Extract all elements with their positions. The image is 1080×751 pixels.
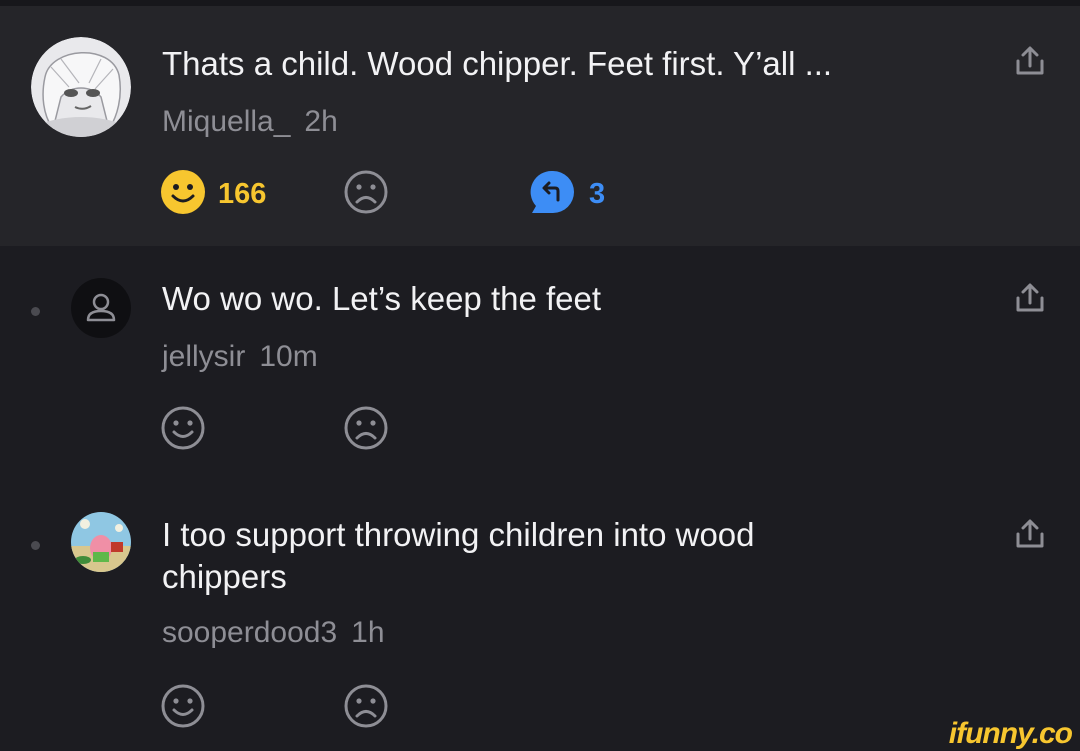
reply-count: 3 — [589, 177, 606, 210]
avatar[interactable] — [71, 278, 131, 338]
timestamp: 1h — [351, 616, 385, 649]
comment-item: Wo wo wo. Let’s keep the feet jellysir 10… — [0, 246, 1080, 482]
thread-dot — [31, 307, 40, 316]
frown-button[interactable] — [343, 170, 389, 218]
user-icon — [71, 293, 131, 338]
comment-item: Thats a child. Wood chipper. Feet first.… — [0, 6, 1080, 246]
username[interactable]: Miquella_ — [162, 105, 290, 138]
frown-icon — [343, 683, 389, 734]
share-icon[interactable] — [1012, 44, 1048, 80]
frown-icon — [343, 169, 389, 220]
share-icon[interactable] — [1012, 517, 1048, 553]
comment-text: Wo wo wo. Let’s keep the feet — [162, 280, 602, 317]
comment-meta: sooperdood3 1h — [162, 616, 385, 650]
comment-text: Thats a child. Wood chipper. Feet first.… — [162, 45, 833, 82]
smile-icon — [160, 405, 206, 456]
timestamp: 10m — [259, 340, 318, 373]
comment-meta: jellysir 10m — [162, 340, 318, 374]
frown-icon — [343, 405, 389, 456]
comment-item: I too support throwing children into woo… — [0, 482, 1080, 751]
frown-button[interactable] — [343, 406, 389, 454]
smile-button[interactable]: 166 — [160, 169, 267, 220]
share-icon[interactable] — [1012, 281, 1048, 317]
smile-button[interactable] — [160, 684, 206, 732]
username[interactable]: jellysir — [162, 340, 245, 373]
avatar[interactable] — [71, 512, 131, 572]
thread-dot — [31, 541, 40, 550]
smile-icon — [160, 169, 206, 220]
smile-count: 166 — [218, 177, 267, 210]
comment-meta: Miquella_ 2h — [162, 105, 338, 139]
smile-icon — [160, 683, 206, 734]
username[interactable]: sooperdood3 — [162, 616, 337, 649]
smile-button[interactable] — [160, 406, 206, 454]
comment-text: I too support throwing children into woo… — [162, 516, 755, 595]
timestamp: 2h — [304, 105, 338, 138]
avatar[interactable] — [31, 37, 131, 137]
reply-icon — [529, 168, 577, 221]
watermark: ifunny.co — [948, 717, 1073, 750]
frown-button[interactable] — [343, 684, 389, 732]
reply-button[interactable]: 3 — [529, 170, 605, 218]
